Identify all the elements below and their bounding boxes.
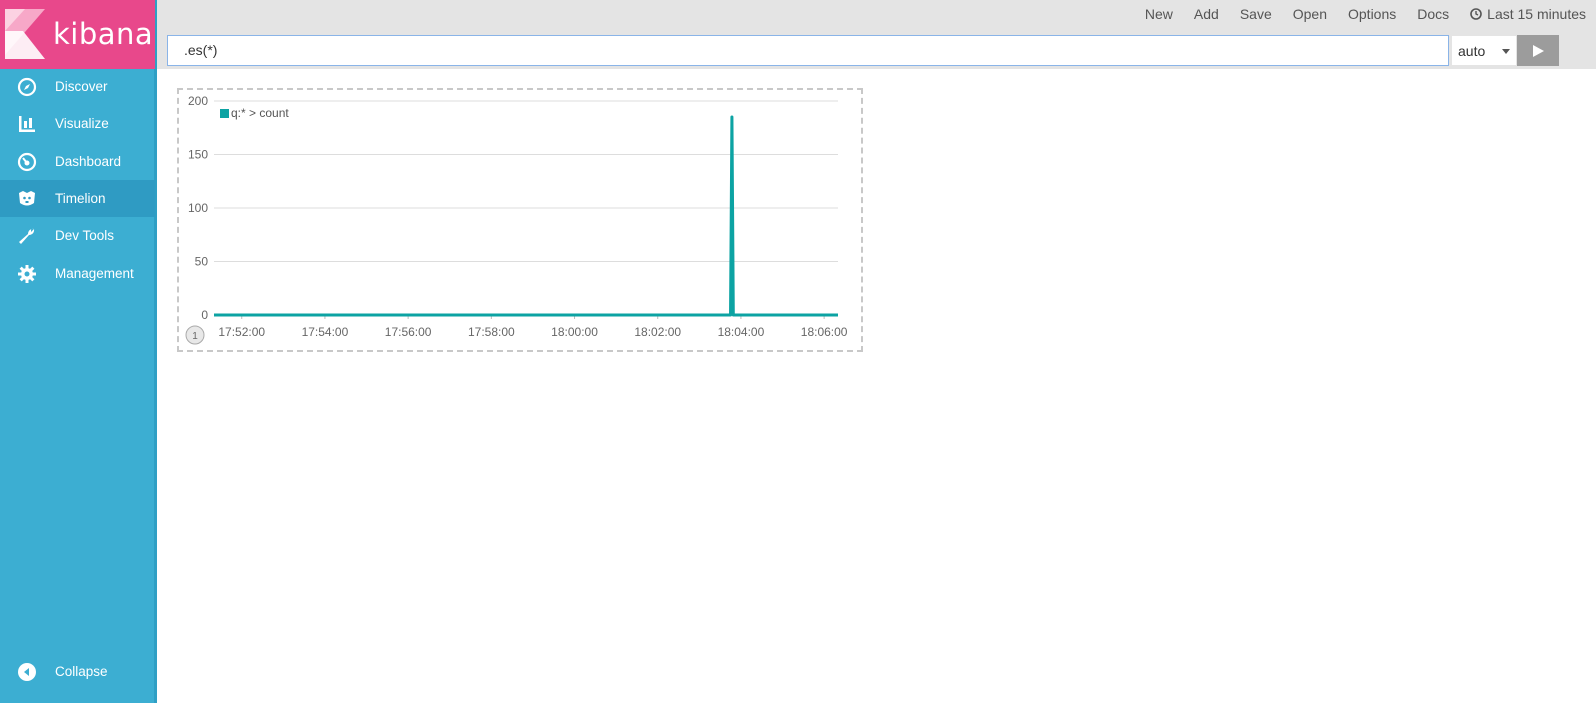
bar-chart-icon [17, 114, 37, 134]
x-tick-label: 17:56:00 [385, 325, 432, 339]
gear-icon [17, 264, 37, 284]
legend-label: q:* > count [231, 106, 289, 120]
sidebar-item-label: Dashboard [55, 154, 122, 169]
sidebar-item-label: Visualize [55, 116, 109, 131]
sidebar-item-dev-tools[interactable]: Dev Tools [0, 217, 155, 254]
series-line [214, 115, 838, 317]
docs-button[interactable]: Docs [1417, 6, 1449, 22]
sidebar-item-dashboard[interactable]: Dashboard [0, 143, 155, 180]
add-button[interactable]: Add [1194, 6, 1219, 22]
panel-index-label: 1 [192, 331, 198, 342]
y-tick-label: 150 [188, 148, 208, 162]
collapse-icon [17, 662, 37, 682]
save-button[interactable]: Save [1240, 6, 1272, 22]
sidebar-item-label: Management [55, 266, 134, 281]
x-tick-label: 18:00:00 [551, 325, 598, 339]
collapse-label: Collapse [55, 664, 108, 679]
kibana-logo-icon [5, 9, 45, 59]
y-tick-label: 0 [201, 308, 208, 322]
clock-icon [1470, 8, 1482, 20]
x-tick-label: 18:06:00 [801, 325, 848, 339]
sidebar-item-label: Discover [55, 79, 108, 94]
timeseries-chart: 0 50 100 150 200 17:52:00 17:54:00 17:56:00 17:5… [185, 94, 848, 345]
gauge-icon [17, 152, 37, 172]
open-button[interactable]: Open [1293, 6, 1327, 22]
play-icon [1533, 44, 1544, 57]
y-tick-label: 50 [195, 255, 209, 269]
sidebar: kibana Discover Visualize Dashboard Time… [0, 0, 157, 703]
x-tick-label: 17:58:00 [468, 325, 515, 339]
top-bar: New Add Save Open Options Docs Last 15 m… [157, 0, 1596, 69]
kibana-logo[interactable]: kibana [0, 0, 155, 69]
sidebar-item-timelion[interactable]: Timelion [0, 180, 155, 217]
top-menu: New Add Save Open Options Docs Last 15 m… [1124, 6, 1586, 22]
time-range-label: Last 15 minutes [1487, 6, 1586, 22]
compass-icon [17, 77, 37, 97]
legend-swatch [220, 109, 229, 118]
y-tick-label: 100 [188, 201, 208, 215]
sidebar-item-management[interactable]: Management [0, 255, 155, 292]
timelion-icon [17, 189, 37, 209]
interval-value: auto [1458, 42, 1486, 59]
brand-name: kibana [53, 17, 154, 51]
interval-select[interactable]: auto [1451, 35, 1517, 66]
sidebar-item-label: Dev Tools [55, 228, 115, 243]
sidebar-item-label: Timelion [55, 191, 106, 206]
collapse-button[interactable]: Collapse [0, 653, 155, 690]
x-tick-label: 18:02:00 [634, 325, 681, 339]
x-tick-label: 17:54:00 [302, 325, 349, 339]
sidebar-item-discover[interactable]: Discover [0, 68, 155, 105]
chevron-down-icon [1502, 49, 1510, 54]
new-button[interactable]: New [1145, 6, 1173, 22]
x-tick-label: 18:04:00 [718, 325, 765, 339]
y-tick-label: 200 [188, 94, 208, 108]
sidebar-item-visualize[interactable]: Visualize [0, 105, 155, 142]
expression-input[interactable]: .es(*) [167, 35, 1449, 66]
wrench-icon [17, 226, 37, 246]
run-button[interactable] [1517, 35, 1559, 66]
options-button[interactable]: Options [1348, 6, 1396, 22]
chart-panel[interactable]: 0 50 100 150 200 17:52:00 17:54:00 17:56:00 17:5… [177, 88, 863, 352]
x-tick-label: 17:52:00 [218, 325, 265, 339]
time-picker[interactable]: Last 15 minutes [1470, 6, 1586, 22]
